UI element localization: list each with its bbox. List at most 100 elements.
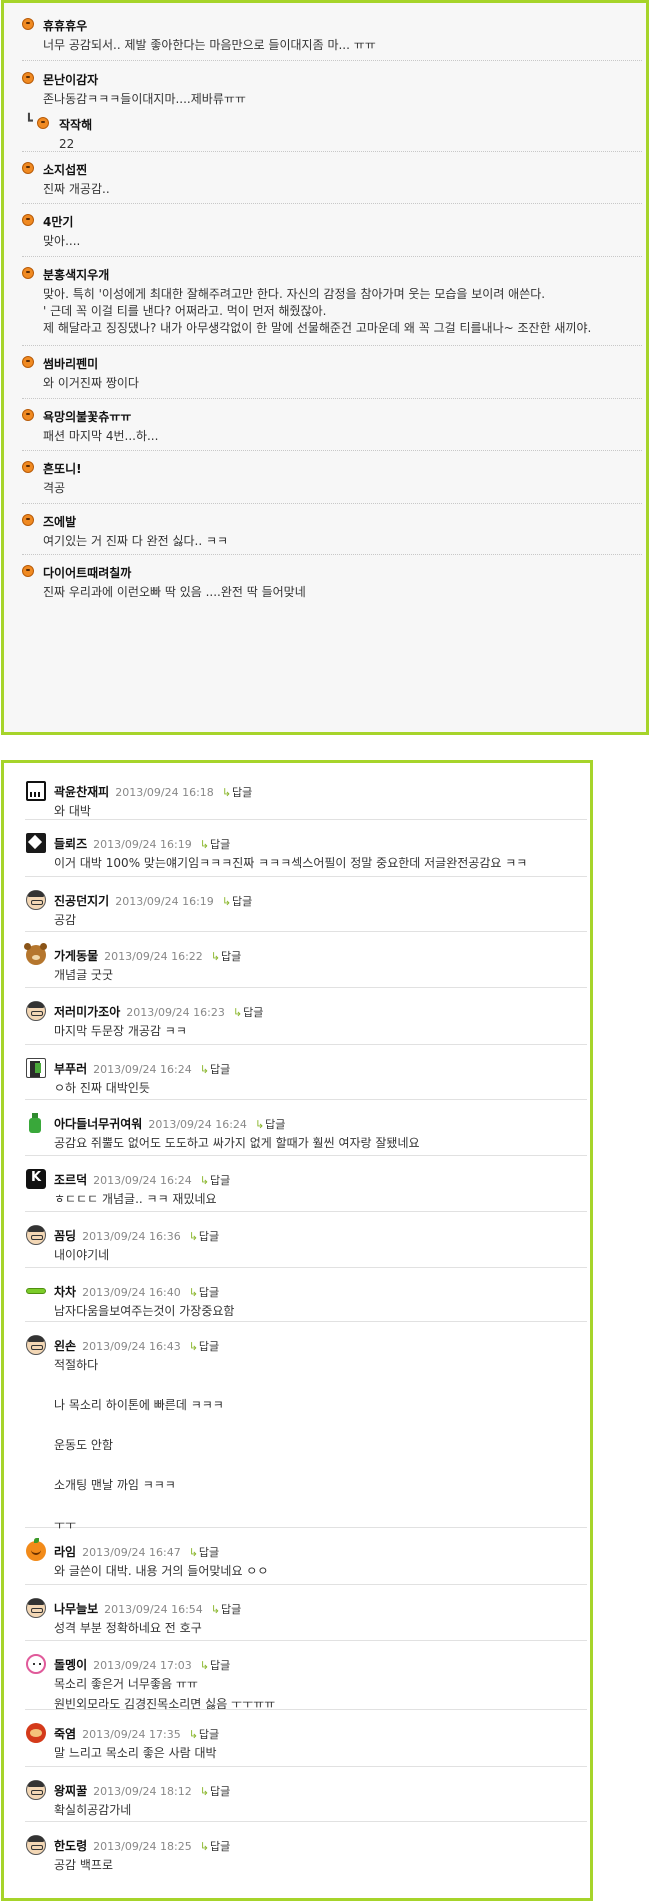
comment-author[interactable]: 조르덕	[54, 1173, 87, 1187]
comment-author[interactable]: 한도령	[54, 1839, 87, 1853]
comment-text: 공감요 쥐뿔도 없어도 도도하고 싸가지 없게 할때가 훨씬 여자랑 잘됐네요	[54, 1136, 420, 1150]
comment-header: 나무늘보 2013/09/24 16:54 답글	[54, 1600, 241, 1617]
reply-text: 22	[59, 137, 75, 151]
comment-header: 곽윤찬재피 2013/09/24 16:18 답글	[54, 783, 252, 800]
comment-date: 2013/09/24 16:54	[104, 1603, 203, 1616]
comment-author[interactable]: 차차	[54, 1285, 76, 1299]
reply-button[interactable]: 답글	[200, 1659, 230, 1672]
glasses-man-icon	[26, 1001, 46, 1021]
comment-author[interactable]: 다이어트때려칠까	[43, 564, 131, 581]
glasses-man-icon	[26, 1835, 46, 1855]
reply-button[interactable]: 답글	[189, 1230, 219, 1243]
reply-button[interactable]: 답글	[255, 1118, 285, 1131]
orange-icon	[26, 1538, 46, 1561]
comment-author[interactable]: 곽윤찬재피	[54, 785, 109, 799]
comment-header: 꼼딩 2013/09/24 16:36 답글	[54, 1227, 219, 1244]
profile-face-icon	[22, 18, 34, 30]
glasses-man-icon	[26, 890, 46, 910]
comment-header: 한도령 2013/09/24 18:25 답글	[54, 1837, 230, 1854]
comment-text: 나 목소리 하이톤에 빠른데 ㅋㅋㅋ	[54, 1398, 224, 1412]
comment-text: 운동도 안함	[54, 1438, 114, 1452]
comment-text: 와 대박	[54, 804, 91, 818]
comment-divider	[22, 398, 642, 399]
comment-header: 돌멩이 2013/09/24 17:03 답글	[54, 1656, 230, 1673]
profile-face-icon	[22, 565, 34, 577]
reply-button[interactable]: 답글	[233, 1006, 263, 1019]
comment-author[interactable]: 4만기	[43, 213, 73, 230]
comment-author[interactable]: 즈에발	[43, 513, 76, 530]
comment-author[interactable]: 꼼딩	[54, 1229, 76, 1243]
comment-author[interactable]: 가게동물	[54, 949, 98, 963]
piano-icon	[26, 781, 46, 801]
reply-button[interactable]: 답글	[200, 1174, 230, 1187]
comment-author[interactable]: 왕찌꿀	[54, 1784, 87, 1798]
reply-button[interactable]: 답글	[189, 1340, 219, 1353]
reply-button[interactable]: 답글	[211, 950, 241, 963]
comment-author[interactable]: 소지섭찐	[43, 161, 87, 178]
reply-author[interactable]: 작작해	[59, 116, 92, 133]
comment-author[interactable]: 라임	[54, 1545, 76, 1559]
reply-button[interactable]: 답글	[189, 1546, 219, 1559]
comment-text: 공감	[54, 913, 77, 927]
comment-divider	[25, 1321, 587, 1322]
comment-divider	[25, 1527, 587, 1528]
reply-button[interactable]: 답글	[189, 1286, 219, 1299]
slim-figure-icon	[26, 1058, 46, 1078]
comment-date: 2013/09/24 16:43	[82, 1340, 181, 1353]
comment-header: 라임 2013/09/24 16:47 답글	[54, 1543, 219, 1560]
comment-author[interactable]: 몬난이감자	[43, 71, 98, 88]
comment-author[interactable]: 돌멩이	[54, 1658, 87, 1672]
comment-text: 내이야기네	[54, 1248, 110, 1262]
comment-author[interactable]: 분홍색지우개	[43, 266, 109, 283]
bunny-icon	[26, 1654, 46, 1674]
comment-author[interactable]: 왼손	[54, 1339, 76, 1353]
comment-header: 조르덕 2013/09/24 16:24 답글	[54, 1171, 230, 1188]
comment-author[interactable]: 저러미가조아	[54, 1005, 120, 1019]
comment-divider	[25, 1267, 587, 1268]
comment-text: 성격 부분 정확하네요 전 호구	[54, 1621, 202, 1635]
comment-text: ㅜㅜ	[54, 1518, 77, 1532]
glasses-man-icon	[26, 1780, 46, 1800]
comment-divider	[25, 1640, 587, 1641]
comment-text: 제 해달라고 징징댔나? 내가 아무생각없이 한 말에 선물해준건 고마운데 왜…	[43, 321, 592, 335]
comment-author[interactable]: 흔또니!	[43, 460, 82, 477]
comment-author[interactable]: 나무늘보	[54, 1602, 98, 1616]
comment-divider	[25, 1766, 587, 1767]
comment-header: 들뢰즈 2013/09/24 16:19 답글	[54, 835, 230, 852]
comment-author[interactable]: 아다들너무귀여워	[54, 1117, 142, 1131]
comment-date: 2013/09/24 16:22	[104, 950, 203, 963]
profile-face-icon	[22, 162, 34, 174]
comment-text: 너무 공감되서.. 제발 좋아한다는 마음만으로 들이대지좀 마... ㅠㅠ	[43, 38, 376, 52]
reply-button[interactable]: 답글	[189, 1728, 219, 1741]
reply-button[interactable]: 답글	[222, 895, 252, 908]
profile-face-icon	[22, 72, 34, 84]
comment-text: 맞아. 특히 '이성에게 최대한 잘해주려고만 한다. 자신의 감정을 참아가며…	[43, 287, 546, 301]
comment-divider	[22, 60, 642, 61]
comment-divider	[25, 1044, 587, 1045]
profile-face-icon	[22, 409, 34, 421]
comment-header: 죽염 2013/09/24 17:35 답글	[54, 1725, 219, 1742]
comment-author[interactable]: 욕망의불꽃츄ㅠㅠ	[43, 408, 131, 425]
comment-date: 2013/09/24 16:24	[148, 1118, 247, 1131]
comment-text: 적절하다	[54, 1358, 99, 1372]
comment-header: 아다들너무귀여워 2013/09/24 16:24 답글	[54, 1115, 285, 1132]
comment-text: 와 글쓴이 대박. 내용 거의 들어맞네요 ㅇㅇ	[54, 1564, 269, 1578]
comment-date: 2013/09/24 18:12	[93, 1785, 192, 1798]
comment-author[interactable]: 휴휴휴우	[43, 17, 87, 34]
profile-face-icon	[37, 117, 49, 129]
reply-button[interactable]: 답글	[222, 786, 252, 799]
reply-button[interactable]: 답글	[200, 1785, 230, 1798]
reply-button[interactable]: 답글	[200, 1840, 230, 1853]
comment-date: 2013/09/24 16:36	[82, 1230, 181, 1243]
comment-text: 목소리 좋은거 너무좋음 ㅠㅠ	[54, 1677, 198, 1691]
comment-author[interactable]: 죽염	[54, 1727, 76, 1741]
comment-author[interactable]: 들뢰즈	[54, 837, 87, 851]
comment-author[interactable]: 썸바리펜미	[43, 355, 98, 372]
comment-author[interactable]: 진공던지기	[54, 894, 109, 908]
reply-button[interactable]: 답글	[200, 838, 230, 851]
comment-text: 격공	[43, 481, 66, 495]
comment-author[interactable]: 부푸러	[54, 1062, 87, 1076]
comment-text: 확실히공감가네	[54, 1803, 132, 1817]
reply-button[interactable]: 답글	[211, 1603, 241, 1616]
reply-button[interactable]: 답글	[200, 1063, 230, 1076]
